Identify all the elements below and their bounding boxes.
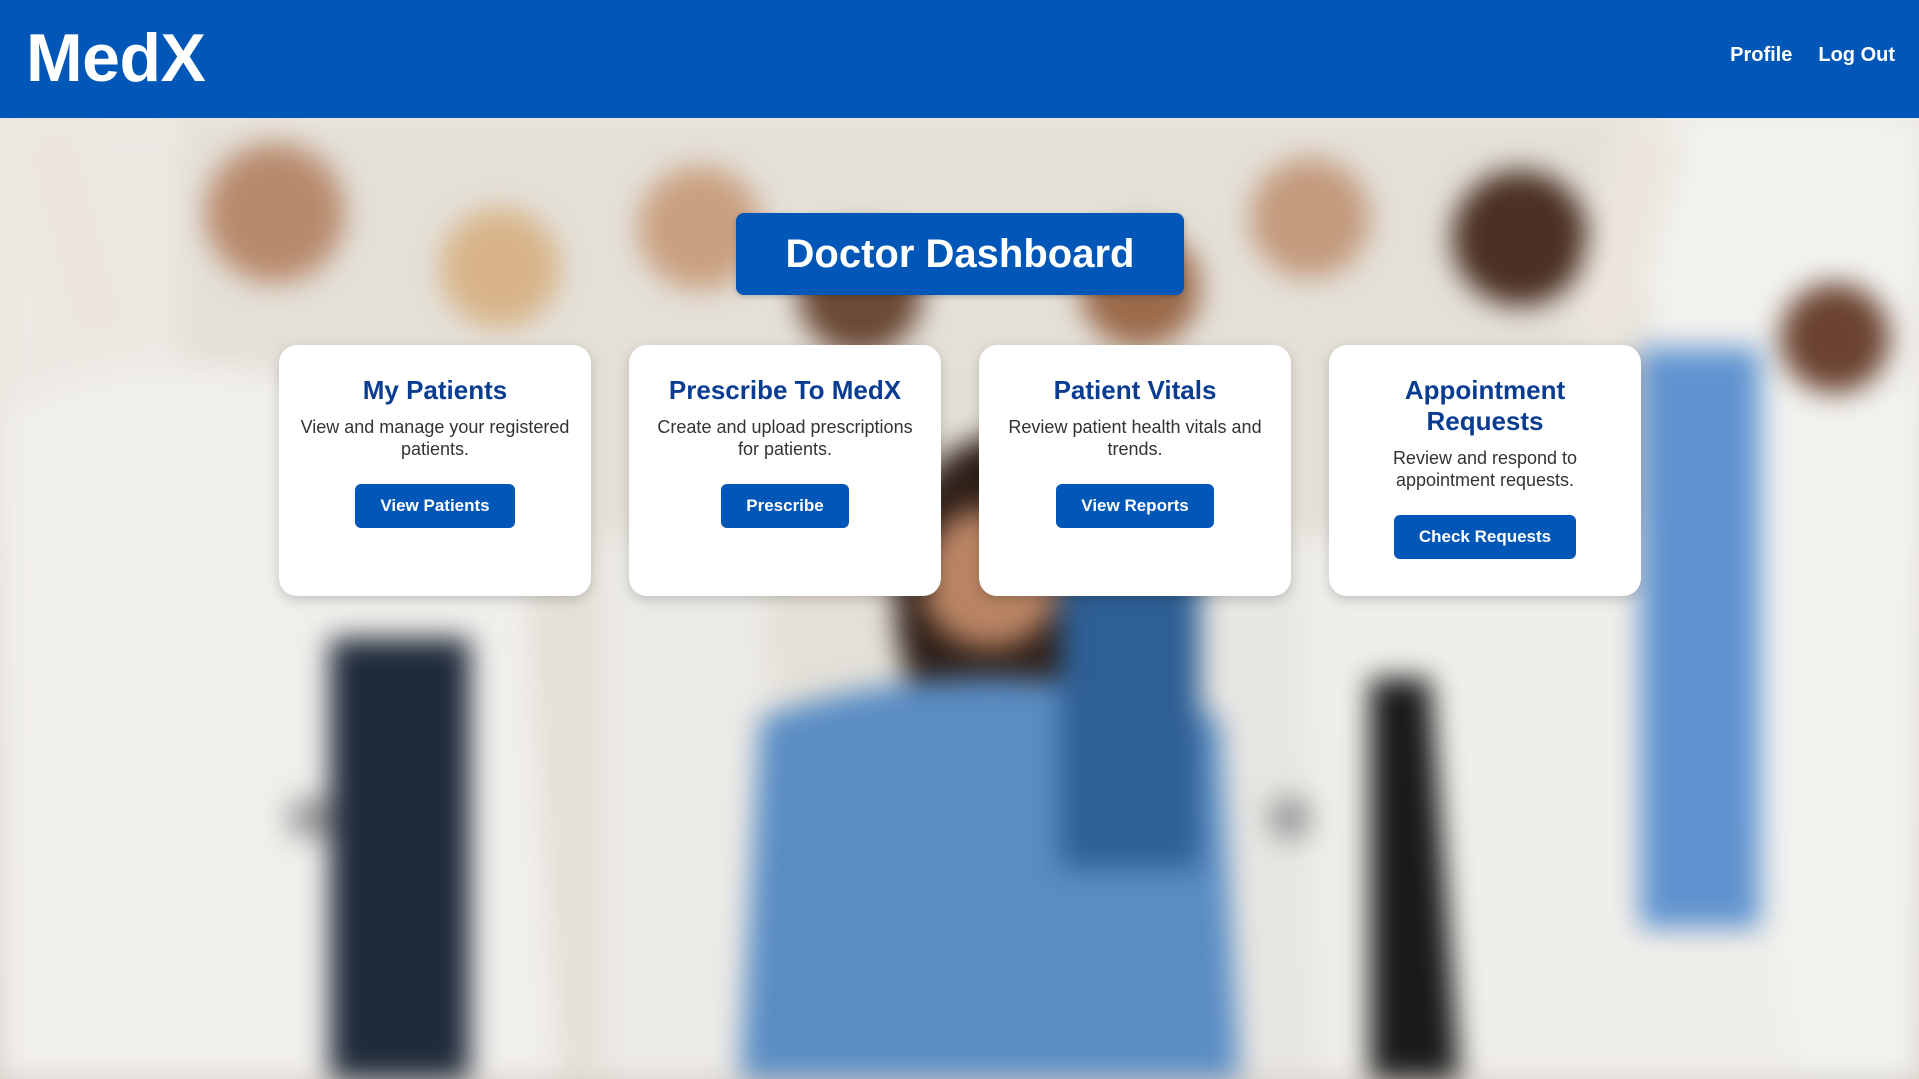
view-reports-button[interactable]: View Reports xyxy=(1056,484,1214,528)
card-patient-vitals: Patient Vitals Review patient health vit… xyxy=(979,345,1291,596)
card-description: Create and upload prescriptions for pati… xyxy=(657,417,913,459)
page-title: Doctor Dashboard xyxy=(736,213,1184,295)
top-navbar: MedX Profile Log Out xyxy=(0,0,1919,118)
card-title: My Patients xyxy=(362,375,508,405)
dashboard-cards: My Patients View and manage your registe… xyxy=(279,345,1641,596)
prescribe-button[interactable]: Prescribe xyxy=(721,484,849,528)
nav-profile-link[interactable]: Profile xyxy=(1730,44,1792,67)
card-description: Review and respond to appointment reques… xyxy=(1392,448,1578,490)
page: MedX Profile Log Out Doctor Dashboard My… xyxy=(0,0,1919,1079)
card-description: Review patient health vitals and trends. xyxy=(1008,417,1262,459)
card-prescribe: Prescribe To MedX Create and upload pres… xyxy=(629,345,941,596)
nav-logout-link[interactable]: Log Out xyxy=(1818,44,1895,67)
card-description: View and manage your registered patients… xyxy=(300,417,570,459)
card-title: Prescribe To MedX xyxy=(668,375,902,405)
card-my-patients: My Patients View and manage your registe… xyxy=(279,345,591,596)
nav-links: Profile Log Out xyxy=(1730,44,1895,67)
card-title: Patient Vitals xyxy=(1053,375,1217,405)
view-patients-button[interactable]: View Patients xyxy=(355,484,515,528)
check-requests-button[interactable]: Check Requests xyxy=(1393,515,1577,559)
card-title: Appointment Requests xyxy=(1404,375,1566,436)
logo[interactable]: MedX xyxy=(26,18,206,98)
card-appointment-requests: Appointment Requests Review and respond … xyxy=(1329,345,1641,596)
